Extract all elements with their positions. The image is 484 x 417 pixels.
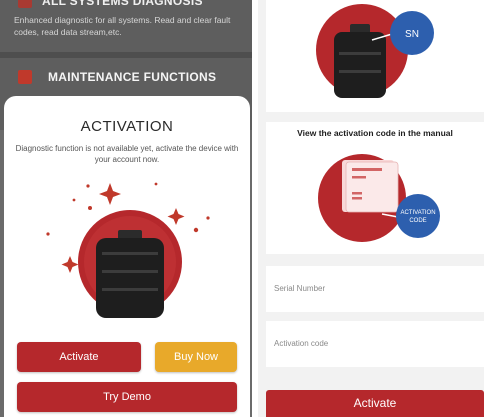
activation-code-badge [396,194,440,238]
sparkle-dot [206,216,210,220]
serial-number-guide-card: SN [266,0,484,112]
activate-button[interactable]: Activate [17,342,141,372]
all-systems-title: ALL SYSTEMS DIAGNOSIS [42,0,203,8]
all-systems-description: Enhanced diagnostic for all systems. Rea… [14,15,231,37]
serial-number-placeholder: Serial Number [274,284,326,293]
right-screen: SN View the activation code in the manua… [258,0,484,417]
sparkle-icon [61,256,79,273]
maintenance-functions-title: MAINTENANCE FUNCTIONS [48,70,217,84]
sparkle-dot [46,232,50,236]
activation-dialog: ACTIVATION Diagnostic function is not av… [4,96,250,417]
left-screen: ALL SYSTEMS DIAGNOSIS Enhanced diagnosti… [0,0,252,417]
try-demo-button[interactable]: Try Demo [17,382,237,412]
manual-code-illustration: ACTIVATION CODE [318,154,440,242]
sparkle-icon [99,183,121,205]
manual-guide-card: View the activation code in the manual A… [266,122,484,254]
activate-submit-button[interactable]: Activate [266,390,484,417]
sparkle-dot [86,184,90,188]
diagnosis-icon [18,0,32,8]
maintenance-icon [18,70,32,84]
sparkle-icon [167,208,185,225]
activation-code-field[interactable]: Activation code [266,321,484,367]
device-activation-illustration [46,182,210,318]
sparkle-dot [72,198,76,202]
dialog-title: ACTIVATION [80,118,174,135]
code-badge-line2: CODE [409,218,426,224]
sn-badge-label: SN [405,29,419,40]
buy-now-button[interactable]: Buy Now [155,342,237,372]
list-divider [0,52,252,58]
sparkle-dot [154,182,158,186]
device-sn-illustration: SN [316,4,434,98]
activation-code-placeholder: Activation code [274,339,329,348]
sparkle-dot [193,227,199,233]
code-badge-line1: ACTIVATION [400,210,435,216]
sparkle-dot [88,206,92,210]
dialog-message: Diagnostic function is not available yet… [15,144,239,164]
obd-device-body [96,238,164,318]
serial-number-field[interactable]: Serial Number [266,266,484,312]
